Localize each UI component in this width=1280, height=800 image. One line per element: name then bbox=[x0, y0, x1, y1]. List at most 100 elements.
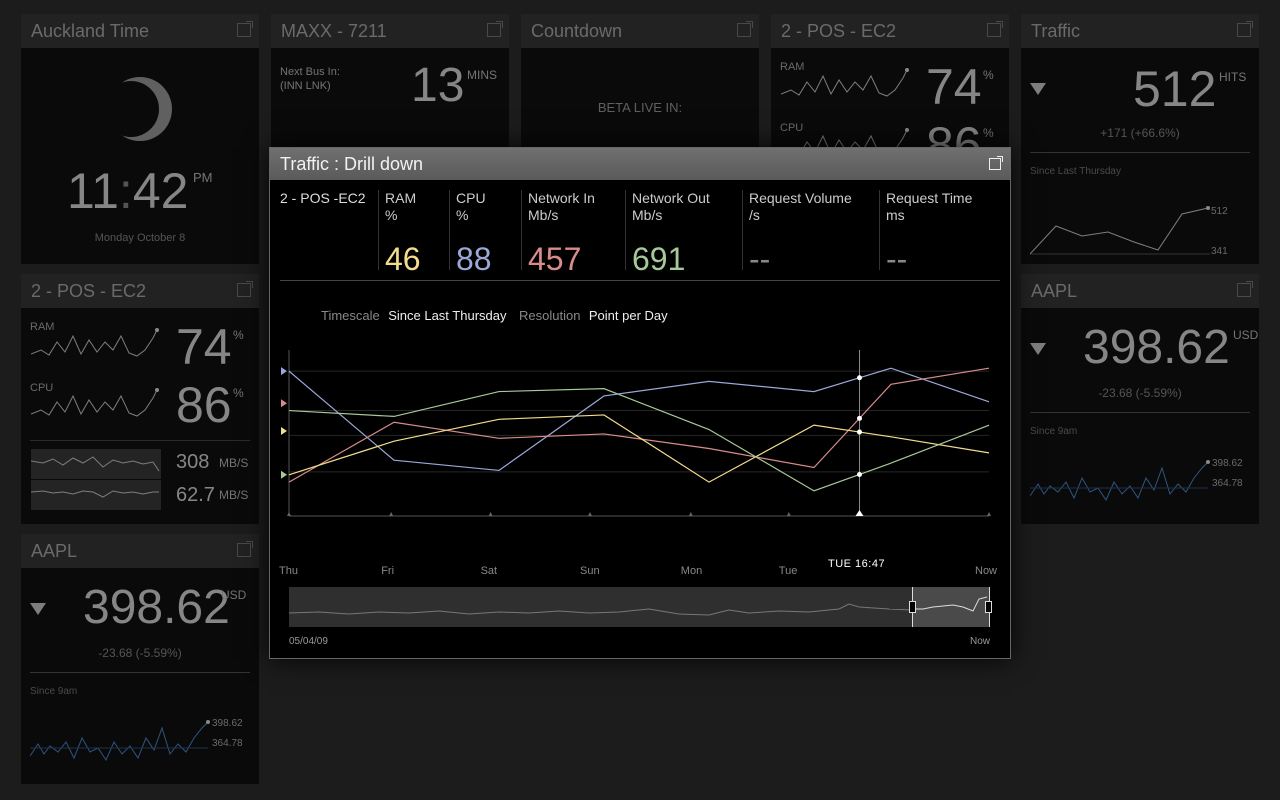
ram-sparkline bbox=[31, 328, 159, 357]
metric-value: 691 bbox=[632, 241, 686, 277]
metric-value: -- bbox=[749, 241, 771, 277]
series-line-3 bbox=[288, 388, 990, 492]
panel-title: MAXX - 7211 bbox=[281, 21, 387, 41]
metric-value: 46 bbox=[385, 241, 421, 277]
x-tick bbox=[488, 512, 493, 516]
ram-pct: % bbox=[983, 68, 994, 82]
popout-icon[interactable] bbox=[237, 541, 253, 557]
x-tick bbox=[287, 512, 291, 516]
popout-icon[interactable] bbox=[737, 21, 753, 37]
divider bbox=[1030, 152, 1250, 153]
cursor-point-3 bbox=[857, 471, 862, 477]
stock-change: -23.68 (-5.59%) bbox=[1098, 386, 1182, 400]
cpu-sparkline bbox=[31, 388, 159, 417]
series-marker-1 bbox=[281, 399, 287, 408]
overview-selection[interactable] bbox=[912, 587, 990, 627]
series-line-0 bbox=[288, 367, 990, 472]
moon-icon bbox=[107, 77, 172, 141]
panel-title: 2 - POS - EC2 bbox=[781, 21, 897, 41]
trend-down-icon bbox=[1030, 83, 1046, 95]
time-hours: 11 bbox=[67, 163, 119, 219]
overview-navigator[interactable] bbox=[289, 587, 992, 627]
net-out-sparkline bbox=[31, 480, 161, 510]
popout-icon[interactable] bbox=[237, 21, 253, 37]
traffic-sparkline bbox=[1030, 206, 1210, 255]
divider bbox=[30, 672, 250, 673]
stock-unit: USD bbox=[1233, 328, 1259, 342]
x-tick-label: Fri bbox=[381, 565, 395, 577]
ram-value: 74 bbox=[926, 59, 982, 115]
metric-label: Request Time bbox=[886, 190, 973, 206]
stock-sparkline bbox=[30, 720, 210, 762]
net-in-value: 308 bbox=[176, 451, 210, 473]
stock-sparkline bbox=[1030, 460, 1210, 502]
stock-lo: 364.78 bbox=[212, 738, 243, 749]
metric-request-time: Request Time ms -- bbox=[879, 190, 996, 276]
metrics-divider bbox=[280, 280, 1000, 281]
x-tick-label: Thu bbox=[279, 565, 298, 577]
trend-down-icon bbox=[1030, 343, 1046, 355]
popout-icon[interactable] bbox=[487, 21, 503, 37]
popout-icon[interactable] bbox=[989, 156, 1003, 170]
x-tick-label: Now bbox=[975, 565, 998, 577]
metric-label: Network Out bbox=[632, 190, 710, 206]
panel-title: 2 - POS - EC2 bbox=[31, 281, 147, 301]
divider bbox=[30, 440, 250, 441]
series-marker-2 bbox=[281, 427, 287, 435]
cpu-pct: % bbox=[233, 386, 244, 400]
traffic-unit: HITS bbox=[1219, 70, 1247, 84]
server-panel-left: 2 - POS - EC2 RAM 74 % CPU 86 % 308 MB/S… bbox=[21, 274, 259, 524]
traffic-change: +171 (+66.6%) bbox=[1100, 126, 1180, 140]
drill-down-chart[interactable] bbox=[270, 338, 1010, 558]
metric-value: 88 bbox=[456, 241, 492, 277]
ampm: PM bbox=[193, 170, 213, 185]
auckland-time-panel: Auckland Time 11:42 PM Monday October 8 bbox=[21, 14, 259, 264]
metric-cpu: CPU% 88 bbox=[449, 190, 518, 276]
metric-network-out: Network Out Mb/s 691 bbox=[625, 190, 739, 276]
metric-unit: % bbox=[456, 207, 469, 223]
series-marker-3 bbox=[281, 470, 287, 479]
x-tick bbox=[688, 512, 693, 516]
traffic-panel: Traffic 512 HITS +171 (+66.6%) Since Las… bbox=[1021, 14, 1259, 264]
cursor-point-0 bbox=[857, 375, 862, 381]
stock-since: Since 9am bbox=[30, 686, 78, 697]
timescale-control[interactable]: Timescale Since Last Thursday bbox=[321, 307, 507, 325]
popout-icon[interactable] bbox=[1237, 281, 1253, 297]
time-minutes: 42 bbox=[132, 163, 189, 219]
ram-sparkline bbox=[781, 68, 909, 97]
countdown-text: BETA LIVE IN: bbox=[597, 100, 683, 115]
resolution-label: Resolution bbox=[519, 308, 581, 323]
metric-unit: /s bbox=[749, 207, 760, 223]
metric-value: 457 bbox=[528, 241, 582, 277]
metric-network-in: Network In Mb/s 457 bbox=[521, 190, 622, 276]
metric-unit: ms bbox=[886, 207, 905, 223]
resolution-control[interactable]: Resolution Point per Day bbox=[519, 307, 668, 325]
cpu-pct: % bbox=[983, 126, 994, 140]
overview-sparkline bbox=[289, 603, 913, 616]
bus-minutes: 13 bbox=[411, 59, 465, 112]
cpu-value: 86 bbox=[176, 377, 232, 433]
popout-icon[interactable] bbox=[1237, 21, 1253, 37]
cursor-point-2 bbox=[857, 429, 862, 435]
range-handle-left[interactable] bbox=[909, 601, 916, 613]
timescale-label: Timescale bbox=[321, 308, 380, 323]
cursor-time-label: TUE 16:47 bbox=[828, 558, 886, 570]
popout-icon[interactable] bbox=[237, 281, 253, 297]
cursor-point-1 bbox=[857, 415, 862, 421]
popout-icon[interactable] bbox=[987, 21, 1003, 37]
panel-title: Auckland Time bbox=[31, 21, 150, 41]
x-tick bbox=[786, 512, 791, 516]
range-handle-right[interactable] bbox=[985, 601, 992, 613]
resolution-value[interactable]: Point per Day bbox=[589, 308, 668, 323]
x-tick bbox=[588, 512, 592, 516]
x-tick-label: Sun bbox=[580, 565, 600, 577]
traffic-max: 512 bbox=[1211, 206, 1228, 217]
next-bus-label: Next Bus In: bbox=[280, 66, 340, 78]
panel-title: AAPL bbox=[1031, 281, 1078, 301]
stock-value: 398.62 bbox=[1083, 321, 1230, 374]
net-in-unit: MB/S bbox=[219, 456, 249, 470]
panel-title: Traffic bbox=[1031, 21, 1081, 41]
metric-value: -- bbox=[886, 241, 908, 277]
timescale-value[interactable]: Since Last Thursday bbox=[388, 308, 506, 323]
series-marker-0 bbox=[281, 367, 287, 376]
